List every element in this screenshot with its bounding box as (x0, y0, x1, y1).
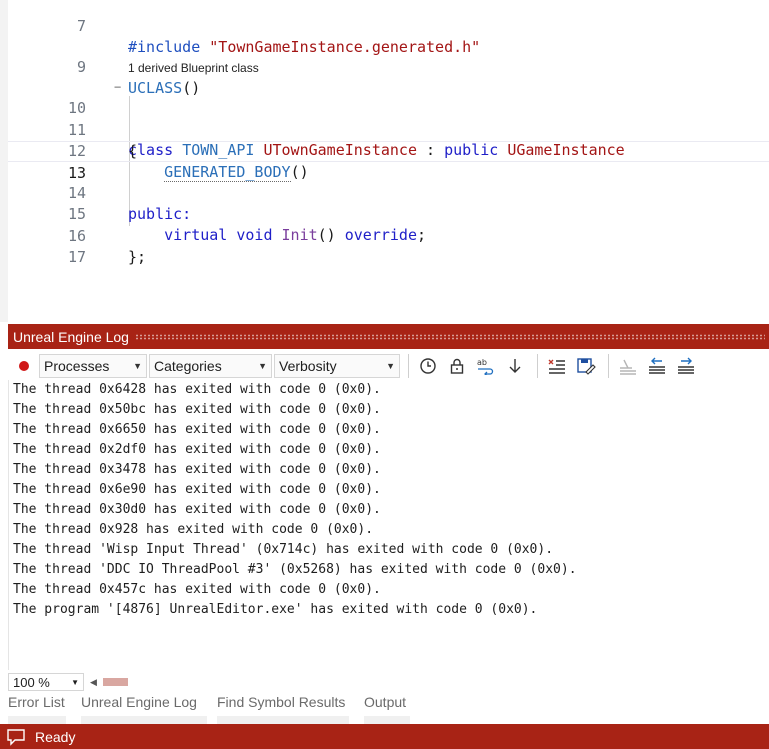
log-line: The thread 0x457c has exited with code 0… (13, 582, 381, 597)
categories-dropdown[interactable]: Categories ▼ (149, 354, 272, 378)
lock-icon[interactable] (444, 354, 470, 378)
code-text: }; (128, 248, 147, 266)
log-line: The thread 0x6428 has exited with code 0… (13, 382, 381, 397)
tab-output[interactable]: Output (364, 694, 406, 710)
chevron-down-icon: ▼ (133, 361, 142, 371)
categories-dropdown-label: Categories (154, 358, 222, 374)
chevron-down-icon: ▼ (258, 361, 267, 371)
log-panel-header[interactable]: Unreal Engine Log (8, 324, 769, 349)
scroll-left-icon[interactable]: ◀ (90, 677, 97, 688)
tab-find-symbol-results[interactable]: Find Symbol Results (217, 694, 345, 710)
save-icon[interactable] (573, 354, 599, 378)
codelens-derived-blueprint[interactable]: 1 derived Blueprint class (128, 60, 259, 76)
chevron-down-icon: ▼ (71, 677, 79, 687)
code-line-16[interactable]: 16 }; (8, 205, 769, 266)
word-wrap-icon[interactable]: ab (473, 354, 499, 378)
tab-underline (364, 716, 410, 724)
record-icon[interactable] (19, 361, 29, 371)
status-text: Ready (35, 728, 76, 745)
arrow-down-icon[interactable] (502, 354, 528, 378)
code-line-7[interactable]: 7 #include "TownGameInstance.generated.h… (8, 0, 769, 56)
bottom-tab-strip: Error List Unreal Engine Log Find Symbol… (8, 692, 769, 724)
code-line-17[interactable]: 17 (8, 226, 769, 266)
tab-underline (217, 716, 349, 724)
tab-unreal-engine-log[interactable]: Unreal Engine Log (81, 694, 197, 710)
code-line-10[interactable]: 10 − class TOWN_API UTownGameInstance : … (8, 77, 769, 159)
toolbar-separator (408, 354, 409, 378)
zoom-dropdown[interactable]: 100 % ▼ (8, 673, 84, 691)
log-line: The thread 0x6e90 has exited with code 0… (13, 482, 381, 497)
log-panel-title: Unreal Engine Log (13, 328, 129, 345)
clear-all-icon[interactable] (544, 354, 570, 378)
log-toolbar: Processes ▼ Categories ▼ Verbosity ▼ ab (8, 351, 769, 381)
log-line: The thread 0x928 has exited with code 0 … (13, 522, 374, 537)
outdent-icon[interactable] (644, 354, 670, 378)
erase-icon[interactable] (615, 354, 641, 378)
log-line: The thread 0x30d0 has exited with code 0… (13, 502, 381, 517)
code-line-11[interactable]: 11 { (8, 99, 769, 160)
line-number: 17 (67, 248, 86, 266)
panel-drag-grip[interactable] (134, 333, 765, 340)
log-line: The thread 'Wisp Input Thread' (0x714c) … (13, 542, 554, 557)
processes-dropdown-label: Processes (44, 358, 110, 374)
code-line-9[interactable]: 9 UCLASS() (8, 36, 769, 97)
chat-icon[interactable] (6, 728, 26, 746)
log-line: The thread 0x3478 has exited with code 0… (13, 462, 381, 477)
log-line: The thread 0x50bc has exited with code 0… (13, 402, 381, 417)
code-line-14[interactable]: 14 public: (8, 162, 769, 223)
line-number: 9 (76, 58, 86, 76)
tab-underline (81, 716, 207, 724)
code-line-15[interactable]: 15 virtual void Init() override; (8, 183, 769, 244)
svg-text:ab: ab (477, 358, 487, 367)
zoom-row: 100 % ▼ ◀ (8, 672, 769, 692)
zoom-level: 100 % (13, 674, 50, 690)
indent-icon[interactable] (673, 354, 699, 378)
code-line-12[interactable]: 12 GENERATED_BODY() (8, 120, 769, 182)
verbosity-dropdown-label: Verbosity (279, 358, 337, 374)
chevron-down-icon: ▼ (386, 361, 395, 371)
toolbar-separator (537, 354, 538, 378)
log-line: The thread 'DDC IO ThreadPool #3' (0x526… (13, 562, 577, 577)
log-line: The program '[4876] UnrealEditor.exe' ha… (13, 602, 538, 617)
line-number: 7 (76, 17, 86, 35)
tab-error-list[interactable]: Error List (8, 694, 65, 710)
processes-dropdown[interactable]: Processes ▼ (39, 354, 147, 378)
fold-collapse-icon[interactable]: − (114, 77, 126, 98)
clock-icon[interactable] (415, 354, 441, 378)
log-line: The thread 0x6650 has exited with code 0… (13, 422, 381, 437)
status-bar: Ready (0, 724, 769, 749)
log-line: The thread 0x2df0 has exited with code 0… (13, 442, 381, 457)
horizontal-scrollbar-thumb[interactable] (102, 678, 128, 686)
log-output[interactable]: The thread 0x6428 has exited with code 0… (8, 380, 769, 670)
toolbar-separator (608, 354, 609, 378)
code-editor[interactable]: 7 #include "TownGameInstance.generated.h… (0, 0, 769, 322)
tab-underline (8, 716, 66, 724)
code-line-13-current[interactable]: 13 (8, 141, 769, 182)
verbosity-dropdown[interactable]: Verbosity ▼ (274, 354, 400, 378)
